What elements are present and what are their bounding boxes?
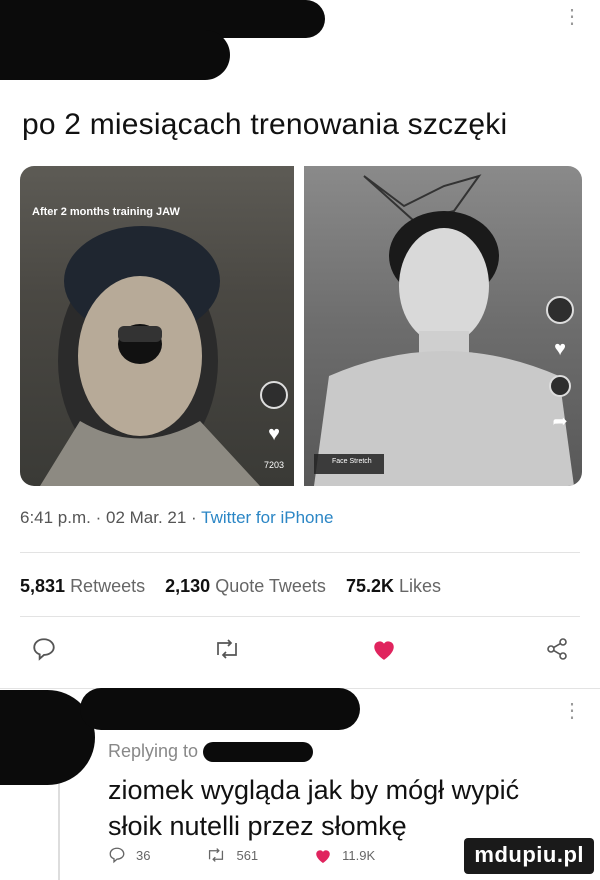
retweets-stat[interactable]: 5,831 Retweets <box>20 576 145 596</box>
reply-text: ziomek wygląda jak by mógł wypić słoik n… <box>108 775 520 841</box>
reply-action-bar: 36 561 11.9K <box>108 846 411 864</box>
media-side-icons-right: ♥ ➦ <box>546 296 574 432</box>
tweet-date: 02 Mar. 21 <box>105 508 187 527</box>
media-photo-left: After 2 months training JAW ♥ 7203 <box>20 166 294 486</box>
redacted-reply-mention <box>203 742 314 763</box>
tweet-media[interactable]: After 2 months training JAW ♥ 7203 Face … <box>20 166 582 486</box>
media-tag: Face Stretch <box>332 458 372 465</box>
comment-icon[interactable] <box>27 632 61 666</box>
divider <box>20 552 580 553</box>
heart-icon[interactable] <box>367 632 401 666</box>
reply-retweet-button[interactable]: 561 <box>206 846 258 864</box>
media-side-icons-left: ♥ 7203 <box>260 381 288 470</box>
redacted-reply-username <box>80 688 360 730</box>
media-photo-right: Face Stretch ♥ ➦ <box>304 166 582 486</box>
reply-comment-button[interactable]: 36 <box>108 846 150 864</box>
divider <box>20 616 580 617</box>
person-illustration <box>40 226 260 486</box>
person-illustration-right <box>314 174 574 486</box>
tweet-stats: 5,831 Retweets 2,130 Quote Tweets 75.2K … <box>20 576 441 597</box>
reply-more-icon[interactable]: ⋮ <box>562 701 582 721</box>
redacted-handle-top <box>0 30 230 80</box>
replying-to: Replying to <box>108 741 314 763</box>
more-icon[interactable]: ⋮ <box>562 7 582 27</box>
tweet-time: 6:41 p.m. <box>20 508 91 527</box>
tweet-source-link[interactable]: Twitter for iPhone <box>201 508 333 527</box>
tweet-meta: 6:41 p.m. · 02 Mar. 21 · Twitter for iPh… <box>20 508 334 527</box>
tweet-text: po 2 miesiącach trenowania szczęki <box>22 108 508 141</box>
share-icon[interactable] <box>540 632 574 666</box>
retweet-icon[interactable] <box>210 632 244 666</box>
reply-like-button[interactable]: 11.9K <box>314 847 375 864</box>
likes-stat[interactable]: 75.2K Likes <box>346 576 441 596</box>
quotes-stat[interactable]: 2,130 Quote Tweets <box>165 576 326 596</box>
tweet-action-bar <box>0 632 600 666</box>
watermark: mdupiu.pl <box>464 838 594 874</box>
